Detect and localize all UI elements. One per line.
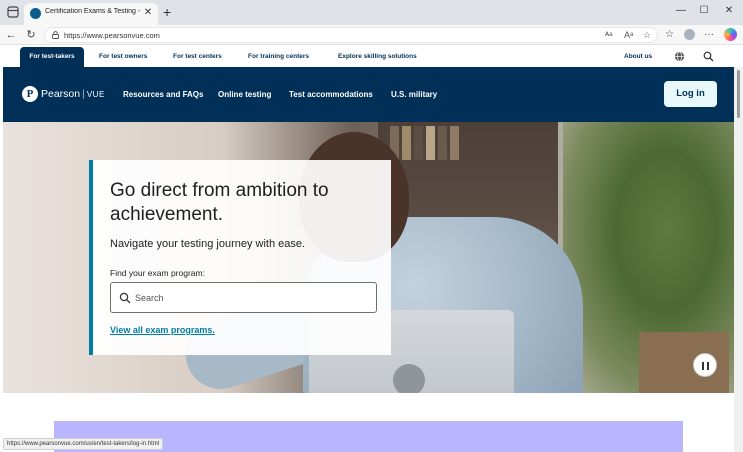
find-exam-label: Find your exam program: (110, 268, 205, 278)
favorite-star-icon[interactable]: ☆ (643, 29, 651, 41)
back-icon[interactable]: ← (4, 28, 18, 42)
browser-tab-bar: Certification Exams & Testing - P ✕ + — … (0, 0, 743, 25)
minimize-button[interactable]: — (673, 5, 689, 17)
pause-icon (702, 362, 704, 370)
profile-avatar[interactable] (684, 29, 695, 40)
exam-search-input[interactable]: Search (110, 282, 377, 313)
hero-headline: Go direct from ambition to achievement. (110, 180, 329, 225)
close-window-button[interactable]: ✕ (721, 5, 737, 17)
view-all-exams-link[interactable]: View all exam programs. (110, 325, 215, 335)
utility-nav-skilling-solutions[interactable]: Explore skilling solutions (338, 53, 417, 60)
search-icon[interactable] (703, 51, 714, 62)
browser-tab[interactable]: Certification Exams & Testing - P ✕ (24, 3, 158, 25)
book (438, 126, 447, 160)
utility-nav: For test-takers For test owners For test… (0, 46, 743, 67)
main-header: P Pearson | VUE Resources and FAQs Online … (3, 67, 740, 122)
pearson-vue-logo[interactable]: Pearson | VUE (41, 88, 105, 100)
book (414, 126, 423, 160)
hero-subhead: Navigate your testing journey with ease. (110, 238, 306, 250)
new-tab-button[interactable]: + (163, 4, 171, 20)
pause-icon (707, 362, 709, 370)
book (426, 126, 435, 160)
search-placeholder: Search (135, 293, 164, 303)
nav-test-accommodations[interactable]: Test accommodations (289, 90, 373, 99)
scroll-thumb[interactable] (737, 70, 740, 118)
pause-button[interactable] (693, 353, 717, 377)
url-text: https://www.pearsonvue.com (64, 31, 160, 40)
text-format-icon[interactable]: Aᵃ (624, 29, 633, 41)
about-us-link[interactable]: About us (624, 53, 652, 60)
refresh-icon[interactable]: ↻ (24, 28, 38, 42)
logo-sub: VUE (86, 90, 105, 99)
pearson-logo-icon[interactable]: P (22, 86, 38, 102)
favorites-icon[interactable]: ☆ (665, 29, 674, 41)
status-bar-url: https://www.pearsonvue.com/us/en/test-ta… (3, 438, 164, 450)
tab-title: Certification Exams & Testing - P (45, 8, 140, 15)
search-icon (119, 292, 131, 304)
nav-us-military[interactable]: U.S. military (391, 90, 437, 99)
more-menu-icon[interactable]: ··· (704, 29, 714, 41)
copilot-icon[interactable] (724, 28, 737, 41)
utility-nav-training-centers[interactable]: For training centers (248, 53, 309, 60)
page-scrollbar[interactable] (734, 67, 743, 452)
close-tab-icon[interactable]: ✕ (142, 6, 154, 20)
lock-icon (52, 31, 59, 39)
globe-icon[interactable] (674, 51, 685, 62)
book (402, 126, 411, 160)
login-button[interactable]: Log in (664, 81, 717, 107)
hero-card: Go direct from ambition to achievement. … (89, 160, 391, 355)
browser-address-bar: ← ↻ https://www.pearsonvue.com ᴬᵃ Aᵃ ☆ ☆… (0, 25, 743, 45)
nav-resources-faqs[interactable]: Resources and FAQs (123, 90, 203, 99)
pearson-favicon-icon (30, 8, 41, 19)
hero-section: Go direct from ambition to achievement. … (3, 122, 734, 393)
book (450, 126, 459, 160)
logo-separator: | (82, 88, 85, 100)
nav-online-testing[interactable]: Online testing (218, 90, 271, 99)
utility-nav-test-centers[interactable]: For test centers (173, 53, 222, 60)
url-field[interactable]: https://www.pearsonvue.com ᴬᵃ Aᵃ ☆ (44, 27, 658, 43)
laptop-logo (393, 364, 425, 393)
logo-name: Pearson (41, 88, 81, 100)
utility-nav-test-takers[interactable]: For test-takers (20, 47, 84, 67)
maximize-button[interactable]: ☐ (696, 5, 712, 17)
tab-actions-icon[interactable] (6, 5, 20, 19)
read-aloud-icon[interactable]: ᴬᵃ (605, 29, 612, 41)
utility-nav-test-owners[interactable]: For test owners (99, 53, 147, 60)
